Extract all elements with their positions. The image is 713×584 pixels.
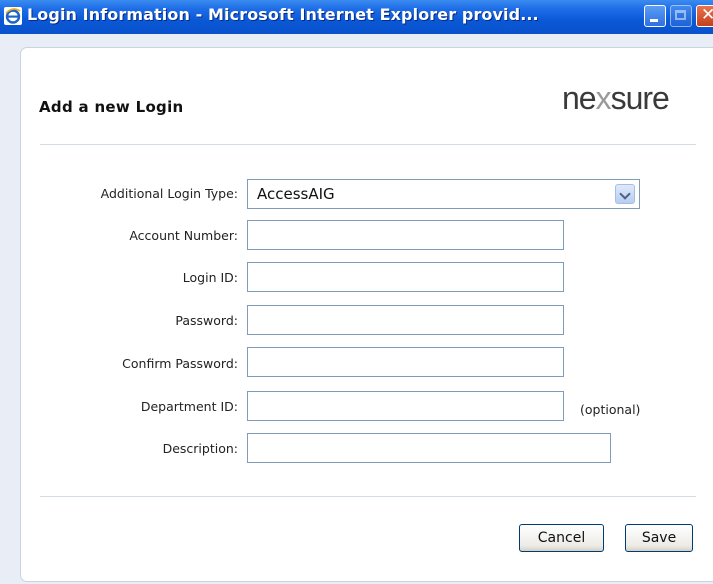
confirm-password-field[interactable] [247,347,564,377]
confirm-password-label: Confirm Password: [122,356,238,371]
maximize-button[interactable] [670,5,692,27]
login-type-label: Additional Login Type: [100,186,238,201]
password-label: Password: [175,313,238,328]
nexsure-logo: nexsure [562,80,670,116]
window-title: Login Information - Microsoft Internet E… [27,5,539,24]
login-type-value: AccessAIG [257,185,335,203]
header-divider [40,144,696,145]
department-id-label: Department ID: [140,399,238,414]
department-id-field[interactable] [247,391,564,421]
chevron-down-icon[interactable] [615,184,635,204]
page-title: Add a new Login [39,98,184,116]
close-icon: ✕ [701,5,713,25]
password-field[interactable] [247,305,564,335]
cancel-button[interactable]: Cancel [519,524,604,552]
description-label: Description: [162,441,238,456]
title-bar[interactable]: Login Information - Microsoft Internet E… [0,0,713,34]
account-number-label: Account Number: [129,228,238,243]
optional-note: (optional) [580,402,641,417]
save-button[interactable]: Save [625,524,693,552]
login-id-field[interactable] [247,262,564,292]
description-field[interactable] [247,433,611,463]
login-id-label: Login ID: [182,270,238,285]
close-button[interactable]: ✕ [696,5,713,27]
footer-divider [40,496,696,497]
account-number-field[interactable] [247,220,564,250]
login-type-select[interactable]: AccessAIG [247,179,640,209]
internet-explorer-icon [4,7,22,25]
minimize-button[interactable] [644,5,666,27]
